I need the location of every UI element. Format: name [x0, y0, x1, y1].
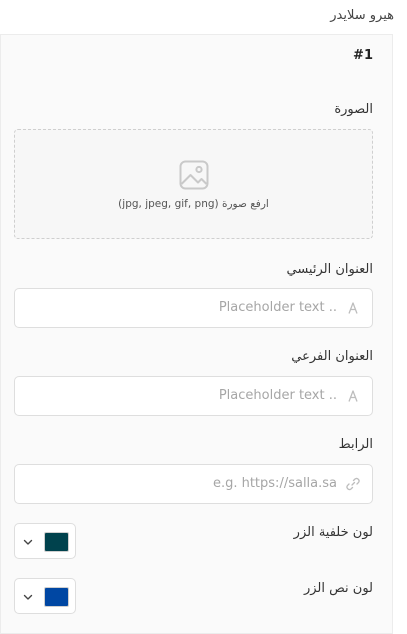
- button-bg-color-swatch: [44, 532, 69, 552]
- text-format-icon: [348, 390, 358, 402]
- section-title: هيرو سلايدر: [330, 8, 394, 23]
- image-upload-dropzone[interactable]: ارفع صورة (jpg, jpeg, gif, png): [14, 129, 373, 239]
- subtitle-label: العنوان الفرعي: [291, 349, 373, 364]
- main-title-placeholder: Placeholder text ..: [218, 300, 337, 315]
- link-label: الرابط: [338, 437, 373, 452]
- button-text-color-picker[interactable]: [14, 578, 76, 614]
- upload-instructions: ارفع صورة (jpg, jpeg, gif, png): [118, 198, 269, 210]
- link-placeholder: e.g. https://salla.sa: [212, 476, 337, 491]
- subtitle-input[interactable]: Placeholder text ..: [14, 376, 373, 416]
- button-bg-color-picker[interactable]: [14, 523, 76, 559]
- main-title-input[interactable]: Placeholder text ..: [14, 288, 373, 328]
- subtitle-placeholder: Placeholder text ..: [218, 388, 337, 403]
- chevron-down-icon: [23, 539, 33, 545]
- link-input[interactable]: e.g. https://salla.sa: [14, 464, 373, 504]
- text-format-icon: [348, 302, 358, 314]
- main-title-label: العنوان الرئيسي: [286, 262, 374, 277]
- link-icon: [346, 477, 360, 491]
- button-text-color-label: لون نص الزر: [303, 581, 373, 596]
- image-icon: [179, 160, 209, 190]
- image-label: الصورة: [334, 102, 373, 117]
- button-bg-color-label: لون خلفية الزر: [293, 525, 373, 540]
- chevron-down-icon: [23, 594, 33, 600]
- panel-header: هيرو سلايدر: [0, 0, 407, 34]
- button-text-color-swatch: [44, 587, 69, 607]
- slide-number: #1: [353, 48, 373, 63]
